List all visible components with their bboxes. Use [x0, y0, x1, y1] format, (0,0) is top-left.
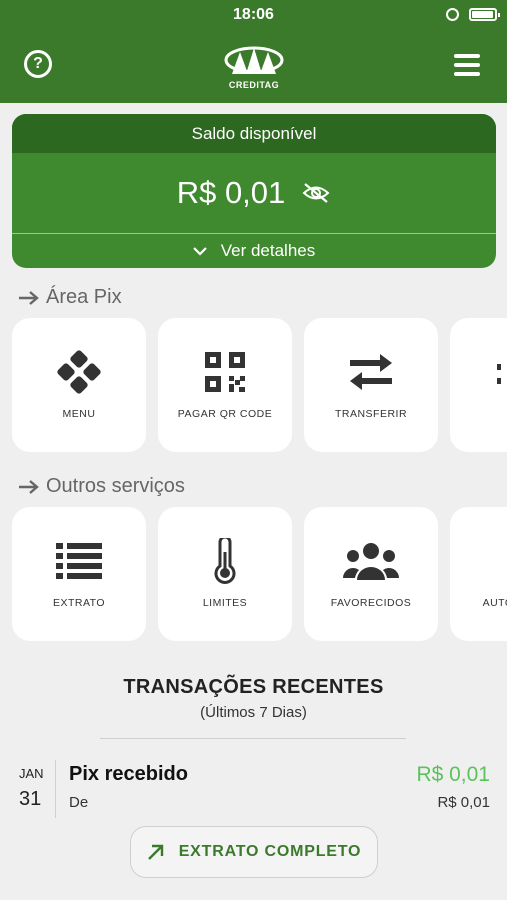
balance-card: Saldo disponível R$ 0,01 Ver detalhes	[12, 114, 496, 268]
pix-area-title: Área Pix	[18, 286, 122, 309]
extrato-tile[interactable]: EXTRATO	[12, 507, 146, 641]
recent-divider	[100, 738, 406, 739]
arrow-right-icon	[19, 290, 39, 305]
transaction-month: JAN	[19, 766, 44, 781]
partial-icon	[497, 363, 501, 384]
thermometer-icon	[214, 537, 236, 584]
favorites-tile[interactable]: FAVORECIDOS	[304, 507, 438, 641]
eye-slash-icon[interactable]	[301, 182, 331, 204]
transaction-balance: R$ 0,01	[437, 794, 490, 811]
list-icon	[56, 542, 102, 579]
pix-partial-tile[interactable]: RE	[450, 318, 507, 452]
battery-icon	[469, 8, 500, 21]
arrow-up-right-icon	[147, 844, 163, 860]
balance-value: R$ 0,01	[176, 175, 286, 210]
full-statement-label: EXTRATO COMPLETO	[178, 843, 362, 860]
pix-menu-label: MENU	[62, 407, 96, 420]
transaction-title: Pix recebido	[69, 763, 188, 785]
users-icon	[343, 542, 399, 580]
rotation-lock-icon	[446, 8, 459, 21]
favorites-label: FAVORECIDOS	[330, 596, 412, 609]
transaction-amount: R$ 0,01	[416, 763, 490, 786]
recent-transactions-subtitle: (Últimos 7 Dias)	[200, 704, 307, 721]
limits-tile[interactable]: LIMITES	[158, 507, 292, 641]
transfer-arrows-icon	[350, 353, 392, 390]
pay-qr-code-label: PAGAR QR CODE	[177, 407, 273, 420]
pay-qr-code-tile[interactable]: PAGAR QR CODE	[158, 318, 292, 452]
extrato-label: EXTRATO	[52, 596, 106, 609]
app-header: ? CREDITAG	[0, 30, 507, 103]
transaction-day: 31	[19, 788, 42, 810]
qr-code-icon	[205, 351, 245, 392]
full-statement-button[interactable]: EXTRATO COMPLETO	[130, 826, 378, 878]
pix-menu-tile[interactable]: MENU	[12, 318, 146, 452]
transfer-label: TRANSFERIR	[334, 407, 408, 420]
chevron-down-icon	[192, 247, 207, 256]
status-bar: 18:06	[0, 0, 507, 30]
limits-label: LIMITES	[202, 596, 248, 609]
service-tiles: EXTRATO LIMITES FAVORECIDOS AUT	[12, 507, 507, 641]
pix-tiles: MENU PAGAR QR CODE TRANSFERIR	[12, 318, 507, 452]
balance-value-row: R$ 0,01	[12, 153, 496, 233]
hamburger-menu-button[interactable]	[454, 54, 480, 76]
status-time: 18:06	[233, 6, 274, 23]
balance-title: Saldo disponível	[12, 114, 496, 153]
arrow-right-icon	[19, 479, 39, 494]
transaction-separator	[55, 760, 56, 818]
partial-icon	[497, 541, 507, 581]
details-label: Ver detalhes	[220, 241, 316, 260]
help-button[interactable]: ?	[24, 50, 52, 78]
auto-pay-partial-tile[interactable]: AUTOR PAG.	[450, 507, 507, 641]
recent-transactions-title: TRANSAÇÕES RECENTES	[123, 676, 384, 698]
transfer-tile[interactable]: TRANSFERIR	[304, 318, 438, 452]
creditag-logo: CREDITAG	[222, 42, 286, 90]
transaction-from: De	[69, 794, 89, 811]
logo-mark-icon	[224, 46, 284, 74]
pix-area-label: Área Pix	[46, 286, 122, 308]
auto-pay-partial-label: AUTOR PAG.	[482, 596, 507, 609]
other-services-label: Outros serviços	[46, 475, 185, 497]
logo-text: CREDITAG	[228, 80, 280, 90]
other-services-title: Outros serviços	[18, 475, 185, 498]
details-toggle[interactable]: Ver detalhes	[12, 234, 496, 268]
pix-diamond-icon	[57, 349, 101, 394]
